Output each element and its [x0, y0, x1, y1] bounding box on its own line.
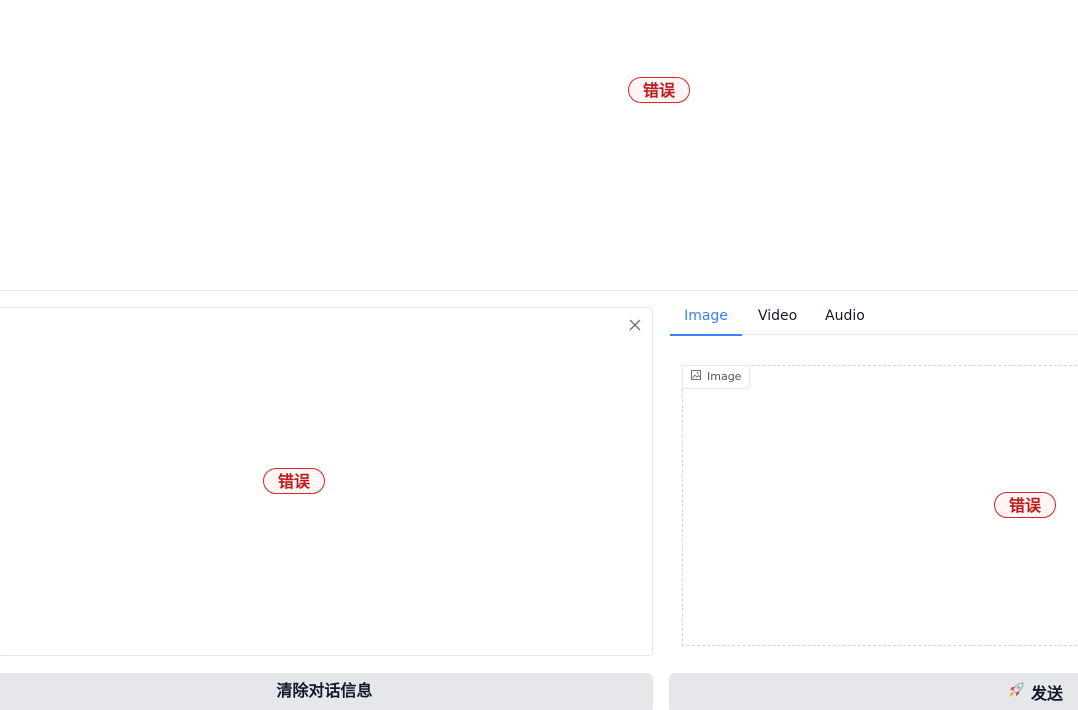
- clear-button[interactable]: 清除对话信息: [0, 673, 653, 710]
- tab-video[interactable]: Video: [758, 308, 797, 334]
- chatbot-panel: 错误: [0, 0, 1078, 291]
- image-label-text: Image: [707, 370, 742, 383]
- tab-audio[interactable]: Audio: [825, 308, 865, 334]
- image-icon: [691, 365, 701, 389]
- chatbot-error-badge: 错误: [628, 77, 691, 103]
- send-label: 发送: [1030, 684, 1063, 703]
- rocket-icon: [1007, 681, 1025, 703]
- send-button[interactable]: 发送: [669, 673, 1078, 710]
- text-input-error-badge: 错误: [263, 468, 326, 494]
- image-upload-label: Image: [682, 365, 751, 389]
- text-input-panel[interactable]: 错误: [0, 307, 653, 656]
- close-icon[interactable]: [628, 317, 642, 331]
- media-error-badge: 错误: [994, 492, 1057, 518]
- app-root: 错误 错误 Image Video Audio Image 错误 清除对话信息: [0, 0, 1078, 710]
- tab-image[interactable]: Image: [670, 308, 742, 336]
- media-tabs: Image Video Audio: [670, 300, 1078, 336]
